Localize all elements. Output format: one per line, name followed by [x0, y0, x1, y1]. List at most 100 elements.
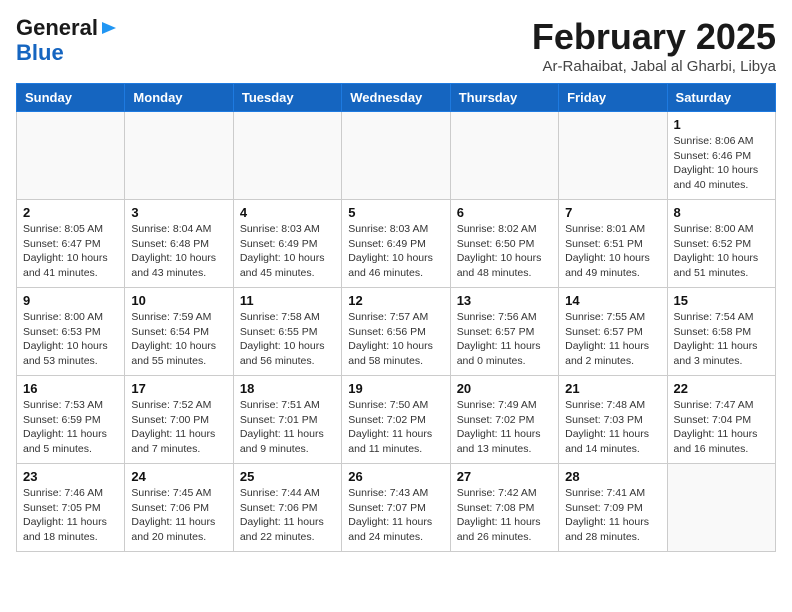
calendar-cell: 16 Sunrise: 7:53 AM Sunset: 6:59 PM Dayli… [17, 376, 125, 464]
weekday-header: Wednesday [342, 84, 450, 112]
day-number: 2 [23, 205, 118, 220]
day-info: Sunrise: 7:59 AM Sunset: 6:54 PM Dayligh… [131, 310, 226, 369]
day-info: Sunrise: 7:42 AM Sunset: 7:08 PM Dayligh… [457, 486, 552, 545]
calendar-table: SundayMondayTuesdayWednesdayThursdayFrid… [16, 83, 776, 552]
calendar-cell [667, 464, 775, 552]
calendar-week-row: 2 Sunrise: 8:05 AM Sunset: 6:47 PM Daylig… [17, 200, 776, 288]
calendar-cell: 15 Sunrise: 7:54 AM Sunset: 6:58 PM Dayli… [667, 288, 775, 376]
calendar-cell: 28 Sunrise: 7:41 AM Sunset: 7:09 PM Dayli… [559, 464, 667, 552]
calendar-week-row: 9 Sunrise: 8:00 AM Sunset: 6:53 PM Daylig… [17, 288, 776, 376]
day-info: Sunrise: 7:53 AM Sunset: 6:59 PM Dayligh… [23, 398, 118, 457]
calendar-cell: 25 Sunrise: 7:44 AM Sunset: 7:06 PM Dayli… [233, 464, 341, 552]
weekday-header: Tuesday [233, 84, 341, 112]
day-number: 9 [23, 293, 118, 308]
calendar-cell: 23Sunrise: 7:46 AM Sunset: 7:05 PM Dayli… [17, 464, 125, 552]
calendar-cell: 27 Sunrise: 7:42 AM Sunset: 7:08 PM Dayli… [450, 464, 558, 552]
day-number: 15 [674, 293, 769, 308]
calendar-header-row: SundayMondayTuesdayWednesdayThursdayFrid… [17, 84, 776, 112]
calendar-cell: 5 Sunrise: 8:03 AM Sunset: 6:49 PM Daylig… [342, 200, 450, 288]
location-title: Ar-Rahaibat, Jabal al Gharbi, Libya [532, 58, 776, 75]
day-number: 19 [348, 381, 443, 396]
day-number: 1 [674, 117, 769, 132]
day-info: Sunrise: 7:57 AM Sunset: 6:56 PM Dayligh… [348, 310, 443, 369]
calendar-cell: 14 Sunrise: 7:55 AM Sunset: 6:57 PM Dayli… [559, 288, 667, 376]
calendar-cell [17, 112, 125, 200]
day-info: Sunrise: 7:56 AM Sunset: 6:57 PM Dayligh… [457, 310, 552, 369]
calendar-cell [233, 112, 341, 200]
day-number: 28 [565, 469, 660, 484]
calendar-cell: 13 Sunrise: 7:56 AM Sunset: 6:57 PM Dayli… [450, 288, 558, 376]
day-info: Sunrise: 8:05 AM Sunset: 6:47 PM Dayligh… [23, 222, 118, 281]
calendar-cell: 24 Sunrise: 7:45 AM Sunset: 7:06 PM Dayli… [125, 464, 233, 552]
calendar-week-row: 23Sunrise: 7:46 AM Sunset: 7:05 PM Dayli… [17, 464, 776, 552]
calendar-week-row: 1 Sunrise: 8:06 AM Sunset: 6:46 PM Daylig… [17, 112, 776, 200]
day-number: 16 [23, 381, 118, 396]
logo: General Blue [16, 16, 118, 65]
title-block: February 2025 Ar-Rahaibat, Jabal al Ghar… [532, 16, 776, 75]
day-info: Sunrise: 7:47 AM Sunset: 7:04 PM Dayligh… [674, 398, 769, 457]
calendar-cell: 21 Sunrise: 7:48 AM Sunset: 7:03 PM Dayli… [559, 376, 667, 464]
calendar-cell: 19 Sunrise: 7:50 AM Sunset: 7:02 PM Dayli… [342, 376, 450, 464]
day-info: Sunrise: 7:45 AM Sunset: 7:06 PM Dayligh… [131, 486, 226, 545]
day-info: Sunrise: 8:02 AM Sunset: 6:50 PM Dayligh… [457, 222, 552, 281]
day-info: Sunrise: 7:54 AM Sunset: 6:58 PM Dayligh… [674, 310, 769, 369]
day-number: 14 [565, 293, 660, 308]
day-info: Sunrise: 7:41 AM Sunset: 7:09 PM Dayligh… [565, 486, 660, 545]
calendar-cell: 9 Sunrise: 8:00 AM Sunset: 6:53 PM Daylig… [17, 288, 125, 376]
day-number: 3 [131, 205, 226, 220]
logo-general: General [16, 15, 98, 40]
day-number: 22 [674, 381, 769, 396]
day-number: 25 [240, 469, 335, 484]
day-number: 20 [457, 381, 552, 396]
day-number: 23 [23, 469, 118, 484]
day-info: Sunrise: 7:43 AM Sunset: 7:07 PM Dayligh… [348, 486, 443, 545]
day-info: Sunrise: 8:06 AM Sunset: 6:46 PM Dayligh… [674, 134, 769, 193]
weekday-header: Thursday [450, 84, 558, 112]
logo-flag-icon [100, 20, 118, 41]
calendar-cell: 3 Sunrise: 8:04 AM Sunset: 6:48 PM Daylig… [125, 200, 233, 288]
day-number: 21 [565, 381, 660, 396]
calendar-cell: 20 Sunrise: 7:49 AM Sunset: 7:02 PM Dayli… [450, 376, 558, 464]
calendar-cell: 4Sunrise: 8:03 AM Sunset: 6:49 PM Daylig… [233, 200, 341, 288]
day-number: 13 [457, 293, 552, 308]
calendar-cell: 26Sunrise: 7:43 AM Sunset: 7:07 PM Dayli… [342, 464, 450, 552]
calendar-week-row: 16 Sunrise: 7:53 AM Sunset: 6:59 PM Dayli… [17, 376, 776, 464]
day-number: 11 [240, 293, 335, 308]
day-info: Sunrise: 7:51 AM Sunset: 7:01 PM Dayligh… [240, 398, 335, 457]
calendar-cell [450, 112, 558, 200]
day-info: Sunrise: 8:00 AM Sunset: 6:52 PM Dayligh… [674, 222, 769, 281]
day-info: Sunrise: 7:50 AM Sunset: 7:02 PM Dayligh… [348, 398, 443, 457]
calendar-cell: 18Sunrise: 7:51 AM Sunset: 7:01 PM Dayli… [233, 376, 341, 464]
day-info: Sunrise: 8:00 AM Sunset: 6:53 PM Dayligh… [23, 310, 118, 369]
day-info: Sunrise: 7:58 AM Sunset: 6:55 PM Dayligh… [240, 310, 335, 369]
calendar-cell [125, 112, 233, 200]
page-header: General Blue February 2025 Ar-Rahaibat, … [16, 16, 776, 75]
day-info: Sunrise: 8:04 AM Sunset: 6:48 PM Dayligh… [131, 222, 226, 281]
calendar-cell: 1 Sunrise: 8:06 AM Sunset: 6:46 PM Daylig… [667, 112, 775, 200]
weekday-header: Sunday [17, 84, 125, 112]
weekday-header: Saturday [667, 84, 775, 112]
day-number: 12 [348, 293, 443, 308]
day-info: Sunrise: 8:03 AM Sunset: 6:49 PM Dayligh… [348, 222, 443, 281]
day-number: 10 [131, 293, 226, 308]
day-info: Sunrise: 7:49 AM Sunset: 7:02 PM Dayligh… [457, 398, 552, 457]
calendar-cell: 22 Sunrise: 7:47 AM Sunset: 7:04 PM Dayli… [667, 376, 775, 464]
day-number: 24 [131, 469, 226, 484]
weekday-header: Monday [125, 84, 233, 112]
calendar-cell [342, 112, 450, 200]
calendar-cell: 7Sunrise: 8:01 AM Sunset: 6:51 PM Daylig… [559, 200, 667, 288]
day-info: Sunrise: 7:44 AM Sunset: 7:06 PM Dayligh… [240, 486, 335, 545]
calendar-cell: 6 Sunrise: 8:02 AM Sunset: 6:50 PM Daylig… [450, 200, 558, 288]
day-info: Sunrise: 7:55 AM Sunset: 6:57 PM Dayligh… [565, 310, 660, 369]
day-info: Sunrise: 7:48 AM Sunset: 7:03 PM Dayligh… [565, 398, 660, 457]
day-number: 27 [457, 469, 552, 484]
calendar-cell: 10 Sunrise: 7:59 AM Sunset: 6:54 PM Dayli… [125, 288, 233, 376]
logo-blue: Blue [16, 40, 64, 65]
day-number: 17 [131, 381, 226, 396]
day-info: Sunrise: 7:52 AM Sunset: 7:00 PM Dayligh… [131, 398, 226, 457]
day-info: Sunrise: 8:01 AM Sunset: 6:51 PM Dayligh… [565, 222, 660, 281]
calendar-cell: 2 Sunrise: 8:05 AM Sunset: 6:47 PM Daylig… [17, 200, 125, 288]
day-number: 5 [348, 205, 443, 220]
day-number: 6 [457, 205, 552, 220]
calendar-cell [559, 112, 667, 200]
